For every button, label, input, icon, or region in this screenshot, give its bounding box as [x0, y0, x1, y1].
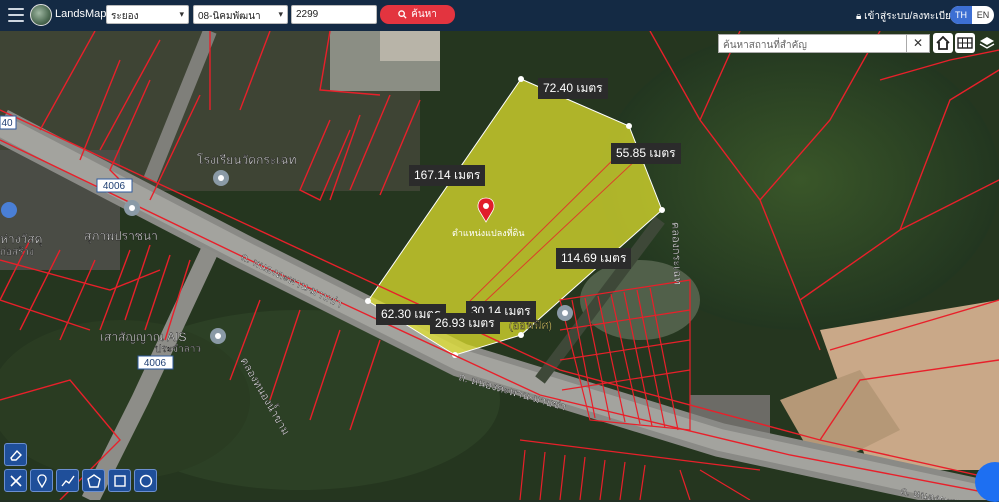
svg-text:40: 40: [1, 118, 13, 129]
rectangle-tool[interactable]: [108, 469, 131, 492]
layers-icon: [979, 37, 995, 49]
search-button-label: ค้นหา: [411, 9, 437, 20]
health-label: สุภาพปราชนา: [84, 229, 158, 244]
menu-icon[interactable]: [8, 8, 24, 22]
pin-tool-icon: [36, 473, 47, 488]
svg-text:4006: 4006: [103, 181, 126, 192]
location-pin-icon[interactable]: [124, 200, 140, 216]
location-pin-icon[interactable]: [213, 170, 229, 186]
circle-tool[interactable]: [134, 469, 157, 492]
grid-button[interactable]: [955, 33, 975, 53]
grid-icon: [957, 37, 973, 49]
place-search-placeholder: ค้นหาสถานที่สำคัญ: [723, 40, 807, 51]
shopping-icon[interactable]: [1, 202, 17, 218]
chevron-down-icon: ▾: [278, 9, 283, 19]
place-search-input[interactable]: ค้นหาสถานที่สำคัญ: [718, 34, 930, 53]
route-shield-4006-bottom: 4006: [137, 355, 174, 370]
top-bar: LandsMaps ระยอง ▾ 08-นิคมพัฒนา ▾ 2299 ค้…: [0, 0, 999, 31]
pin-tool[interactable]: [30, 469, 53, 492]
line-tool[interactable]: [56, 469, 79, 492]
measure-right-upper: 55.85 เมตร: [611, 143, 681, 164]
canal-label: คลองกระเฉท: [669, 222, 683, 285]
brand-logo: [30, 4, 52, 26]
home-icon: [936, 36, 950, 50]
ais-label: เสาสัญญาณ AIS: [100, 330, 186, 344]
lock-icon: 🔒︎: [856, 11, 862, 22]
language-toggle[interactable]: TH EN: [950, 6, 994, 24]
brand-name: LandsMaps: [55, 8, 112, 20]
measure-bottom-small: 26.93 เมตร: [430, 313, 500, 334]
location-pin-icon[interactable]: [210, 328, 226, 344]
parcel-number-value: 2299: [296, 9, 319, 20]
login-link[interactable]: 🔒︎ เข้าสู่ระบบ/ลงทะเบียน: [856, 9, 958, 24]
district-select[interactable]: 08-นิคมพัฒนา ▾: [193, 5, 288, 24]
eraser-tool[interactable]: [4, 443, 27, 466]
province-value: ระยอง: [111, 11, 139, 22]
line-tool-icon: [60, 475, 75, 486]
map-canvas[interactable]: 4006 4006 40 โรงเรียนวัดกระเฉท สุภาพปราช…: [0, 31, 999, 500]
square-tool-icon: [113, 474, 126, 487]
lang-th[interactable]: TH: [950, 6, 972, 24]
measure-left-long: 167.14 เมตร: [409, 165, 486, 186]
route-shield-4006-top: 4006: [96, 178, 133, 193]
school-label: โรงเรียนวัดกระเฉท: [197, 153, 296, 167]
login-label: เข้าสู่ระบบ/ลงทะเบียน: [864, 11, 958, 22]
close-icon[interactable]: ✕: [906, 34, 930, 53]
layers-button[interactable]: [977, 33, 997, 53]
ais-label-2: ประจำลาว: [155, 344, 201, 355]
store-label-2: ก่อสร้าง: [0, 246, 34, 258]
search-button[interactable]: ค้นหา: [380, 5, 455, 24]
province-select[interactable]: ระยอง ▾: [106, 5, 189, 24]
location-pin-icon[interactable]: [557, 305, 573, 321]
measure-right-lower: 114.69 เมตร: [556, 248, 632, 269]
polygon-tool[interactable]: [82, 469, 105, 492]
svg-text:4006: 4006: [144, 358, 167, 369]
polygon-tool-icon: [86, 473, 101, 488]
eraser-icon: [9, 449, 22, 461]
search-icon: [398, 10, 407, 19]
parcel-owner-label: ตำแหน่งแปลงที่ดิน: [452, 226, 525, 238]
home-button[interactable]: [933, 33, 953, 53]
close-tool-icon: [9, 474, 22, 487]
route-shield-40: 40: [0, 115, 17, 130]
district-value: 08-นิคมพัฒนา: [198, 11, 261, 22]
parcel-number-input[interactable]: 2299: [291, 5, 377, 24]
clear-tool[interactable]: [4, 469, 27, 492]
lang-en[interactable]: EN: [972, 6, 994, 24]
measure-top: 72.40 เมตร: [538, 78, 608, 99]
circle-tool-icon: [139, 474, 152, 487]
store-label: ห่างวัสดุ: [0, 232, 42, 247]
chevron-down-icon: ▾: [179, 9, 184, 19]
